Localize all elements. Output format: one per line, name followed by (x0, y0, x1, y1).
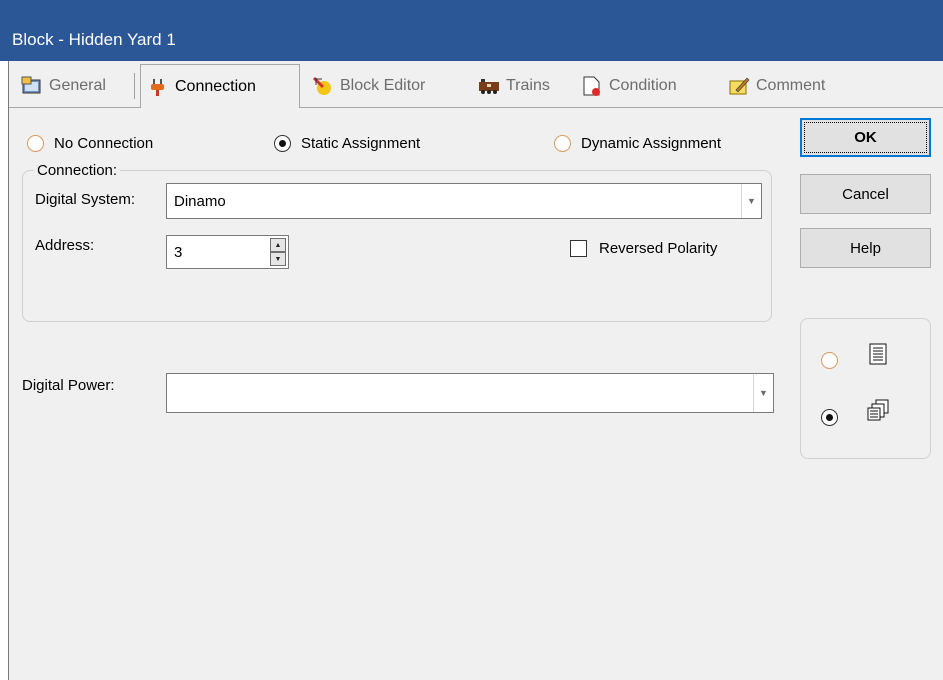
tab-block-editor[interactable]: Block Editor (306, 69, 431, 103)
help-button[interactable]: Help (800, 228, 931, 268)
tab-strip: General Connection Block Editor Trains C… (9, 61, 943, 109)
address-spinner[interactable]: 3 ▲ ▼ (166, 235, 289, 269)
address-label: Address: (35, 237, 95, 254)
static-assignment-radio-dot (274, 135, 291, 152)
spinner-buttons: ▲ ▼ (270, 238, 286, 266)
connection-group-label: Connection: (34, 162, 121, 179)
general-icon (21, 75, 43, 97)
reversed-polarity-checkbox[interactable]: Reversed Polarity (570, 240, 717, 257)
dynamic-assignment-label: Dynamic Assignment (581, 135, 722, 152)
plug-icon (147, 76, 169, 98)
title-bar: Block - Hidden Yard 1 (0, 0, 943, 61)
ok-button[interactable]: OK (800, 118, 931, 157)
single-view-radio[interactable] (821, 352, 838, 369)
tab-comment-label: Comment (756, 77, 826, 94)
spinner-up-icon[interactable]: ▲ (270, 238, 286, 252)
cancel-button[interactable]: Cancel (800, 174, 931, 214)
tab-separator (134, 73, 135, 99)
window-title: Block - Hidden Yard 1 (12, 30, 176, 49)
tab-general-label: General (49, 77, 106, 94)
static-assignment-label: Static Assignment (301, 135, 421, 152)
cancel-button-label: Cancel (842, 185, 889, 203)
comment-icon (728, 75, 750, 97)
trains-icon (478, 75, 500, 97)
condition-icon (581, 75, 603, 97)
reversed-polarity-label: Reversed Polarity (599, 240, 718, 257)
dialog-body: General Connection Block Editor Trains C… (8, 61, 943, 680)
chevron-down-icon[interactable]: ▼ (753, 374, 773, 412)
single-page-icon[interactable] (868, 343, 888, 369)
focus-rect (804, 122, 927, 153)
dynamic-assignment-radio[interactable]: Dynamic Assignment (554, 135, 721, 152)
digital-system-dropdown[interactable]: Dinamo ▼ (166, 183, 762, 219)
no-connection-radio[interactable]: No Connection (27, 135, 153, 152)
block-editor-icon (312, 75, 334, 97)
tab-condition-label: Condition (609, 77, 677, 94)
tab-connection-label: Connection (175, 77, 256, 95)
tab-comment[interactable]: Comment (722, 69, 831, 103)
address-value[interactable]: 3 (174, 244, 182, 261)
digital-power-label: Digital Power: (22, 377, 115, 394)
dynamic-assignment-radio-dot (554, 135, 571, 152)
digital-system-label: Digital System: (35, 191, 136, 208)
spinner-down-icon[interactable]: ▼ (270, 252, 286, 266)
tab-block-editor-label: Block Editor (340, 77, 426, 94)
multi-view-radio[interactable] (821, 409, 838, 426)
no-connection-label: No Connection (54, 135, 154, 152)
tab-trains[interactable]: Trains (472, 69, 556, 103)
static-assignment-radio[interactable]: Static Assignment (274, 135, 420, 152)
tab-connection[interactable]: Connection (140, 64, 300, 108)
digital-system-value: Dinamo (174, 192, 226, 210)
digital-power-dropdown[interactable]: ▼ (166, 373, 774, 413)
view-mode-box (800, 318, 931, 459)
no-connection-radio-dot (27, 135, 44, 152)
help-button-label: Help (850, 239, 881, 257)
chevron-down-icon[interactable]: ▼ (741, 184, 761, 218)
multi-page-icon[interactable] (867, 399, 889, 425)
tab-general[interactable]: General (15, 69, 112, 103)
tab-trains-label: Trains (506, 77, 550, 94)
tab-condition[interactable]: Condition (575, 69, 683, 103)
reversed-polarity-box (570, 240, 587, 257)
